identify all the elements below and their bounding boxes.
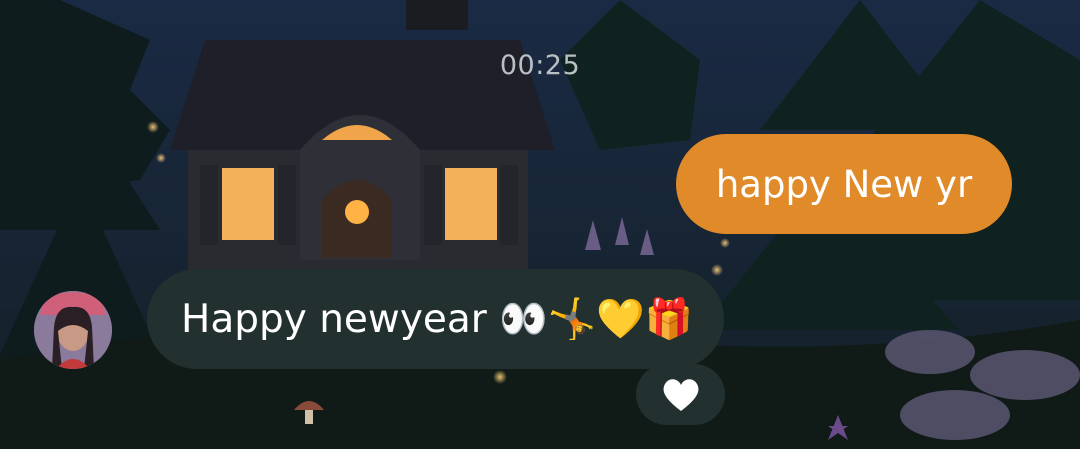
message-timestamp: 00:25 xyxy=(499,50,581,81)
outgoing-message-bubble[interactable]: happy New yr xyxy=(676,134,1012,234)
incoming-message-bubble[interactable]: Happy newyear 👀🤸💛🎁 xyxy=(147,269,724,369)
chat-screen: 00:25 happy New yr Happy newyear 👀🤸💛🎁 xyxy=(0,0,1080,449)
sender-avatar[interactable] xyxy=(34,291,112,369)
avatar-image xyxy=(34,291,112,369)
heart-icon xyxy=(663,378,698,411)
reaction-badge[interactable] xyxy=(636,364,725,425)
